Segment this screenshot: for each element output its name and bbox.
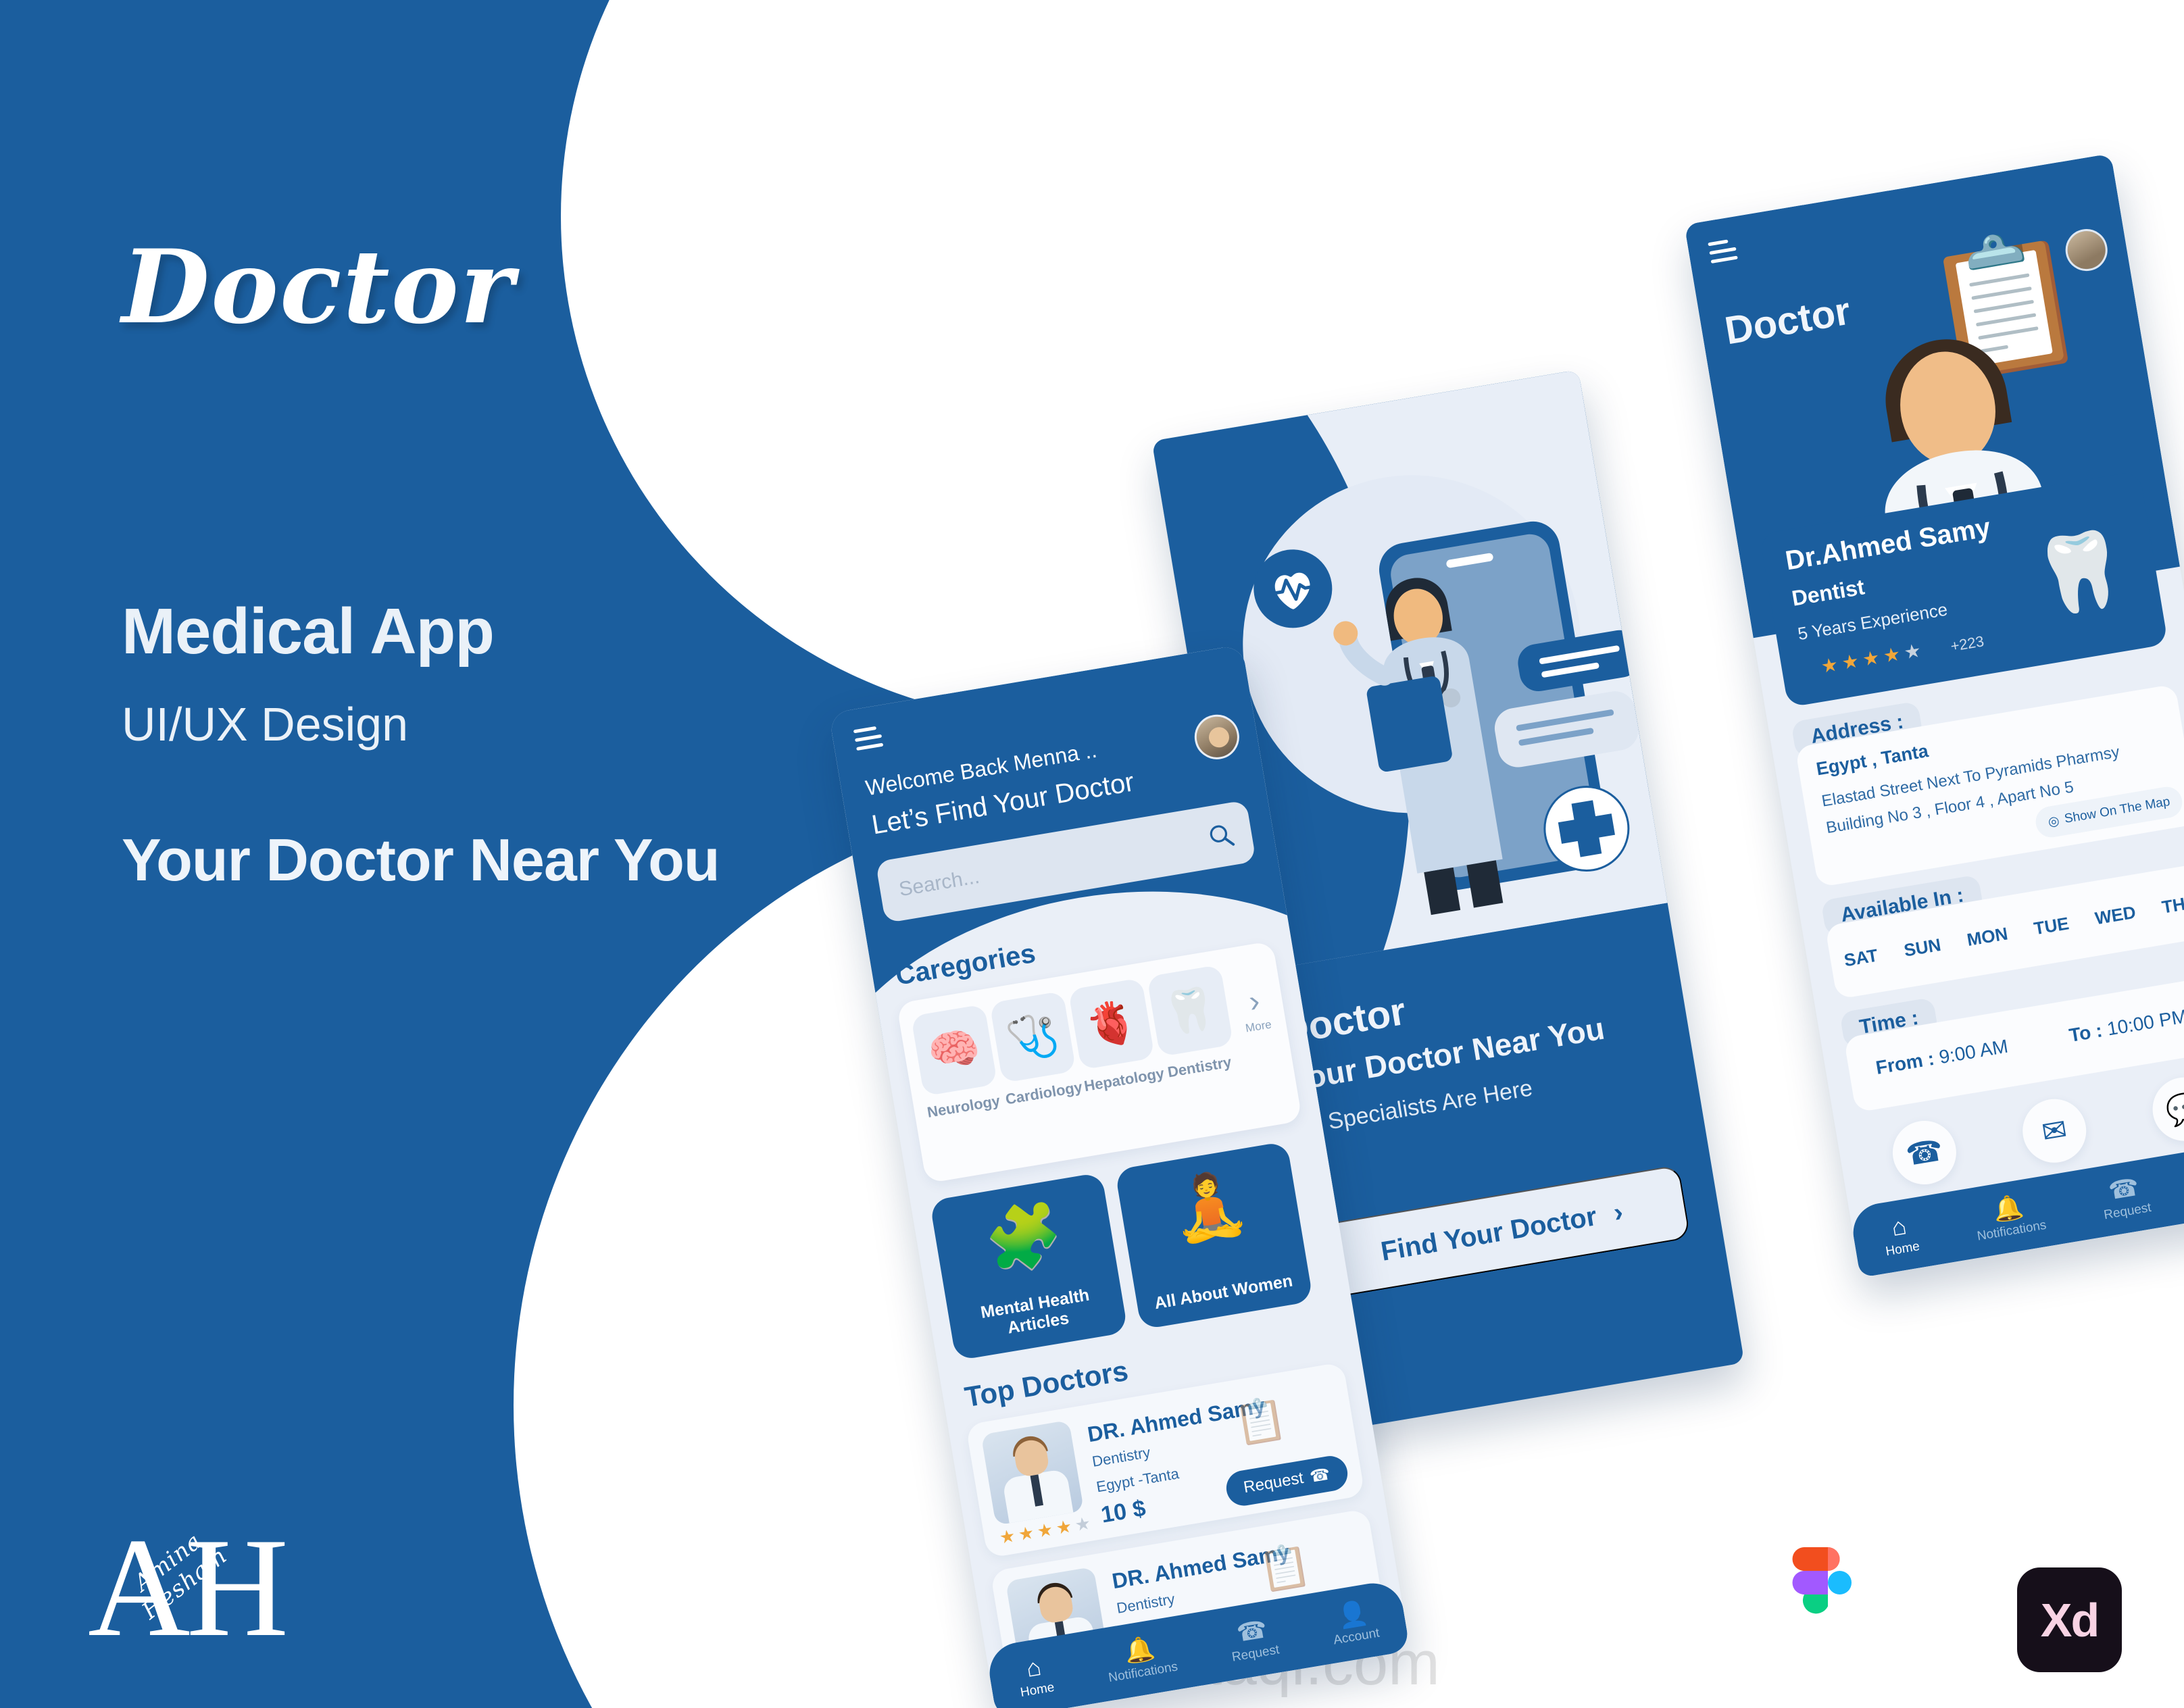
phone-icon: ☎ <box>1308 1464 1332 1486</box>
home-icon: ⌂ <box>1024 1652 1043 1682</box>
xd-label: Xd <box>2040 1593 2100 1647</box>
hamburger-icon[interactable] <box>1708 238 1739 269</box>
brain-icon: 🧠 <box>910 1004 998 1097</box>
promo-label: All About Women <box>1153 1271 1294 1313</box>
category-label: Neurology <box>926 1092 1001 1121</box>
nav-label: Home <box>1884 1239 1921 1259</box>
figma-logo <box>1792 1547 1852 1614</box>
page-title: Medical App <box>122 595 495 668</box>
puzzle-head-icon: 🧩 <box>980 1197 1068 1278</box>
find-your-doctor-label: Find Your Doctor <box>1379 1201 1599 1267</box>
day-chip-sun[interactable]: SUN <box>1902 934 1942 961</box>
app-logo-wordmark: Doctor <box>122 228 515 347</box>
doctor-role: Dentist <box>1789 574 1866 611</box>
doctor-price: 10 $ <box>1099 1495 1148 1528</box>
request-label: Request <box>1242 1468 1305 1497</box>
nav-item-account[interactable]: 👤 Account <box>1328 1598 1381 1648</box>
phone-icon: ☎ <box>1234 1615 1269 1647</box>
category-item-cardiology[interactable]: 🩺 Cardiology <box>989 990 1084 1109</box>
phone-icon: ☎ <box>2106 1172 2141 1205</box>
day-chip-wed[interactable]: WED <box>2093 901 2137 929</box>
from-value: 9:00 AM <box>1937 1035 2010 1068</box>
designer-signature: AH Amina Hesham <box>88 1509 289 1682</box>
nav-item-home[interactable]: ⌂ Home <box>1015 1653 1056 1701</box>
liver-icon: 🫀 <box>1068 978 1155 1070</box>
reviews-count: +223 <box>1949 632 1985 655</box>
stethoscope-icon: 🩺 <box>989 990 1076 1084</box>
category-item-neurology[interactable]: 🧠 Neurology <box>910 1004 1002 1122</box>
meditation-icon: 🧘 <box>1165 1166 1254 1247</box>
to-value: 10:00 PM <box>2105 1005 2184 1040</box>
chevron-right-icon: › <box>1611 1197 1625 1228</box>
search-placeholder: Search... <box>897 865 981 901</box>
category-label: Dentistry <box>1166 1053 1233 1081</box>
map-pin-icon: ◎ <box>2047 813 2061 830</box>
day-chip-sat[interactable]: SAT <box>1843 945 1880 971</box>
time-to: To : 10:00 PM <box>2068 1005 2184 1047</box>
day-chip-tue[interactable]: TUE <box>2032 913 2070 939</box>
find-your-doctor-button[interactable]: Find Your Doctor › <box>1313 1164 1691 1299</box>
time-from: From : 9:00 AM <box>1875 1036 2010 1079</box>
day-chip-mon[interactable]: MON <box>1965 923 2009 951</box>
search-icon[interactable] <box>1206 821 1236 851</box>
chevron-right-icon: › <box>1246 982 1262 1019</box>
phone-icon: ☎ <box>1887 1115 1962 1190</box>
promo-card-all-about-women[interactable]: 🧘 All About Women <box>1114 1140 1314 1330</box>
nav-item-notifications[interactable]: 🔔 Notifications <box>1103 1632 1179 1686</box>
category-item-hepatology[interactable]: 🫀 Hepatology <box>1068 978 1166 1095</box>
categories-more-button[interactable]: › More <box>1233 982 1279 1037</box>
tooth-icon: 🦷 <box>2028 524 2133 622</box>
page-subtitle: UI/UX Design <box>122 698 409 751</box>
from-label: From : <box>1874 1047 1936 1078</box>
hero-copy-block: Doctor Medical App UI/UX Design Your Doc… <box>122 236 730 895</box>
doctor-location: Egypt -Tanta <box>1095 1465 1181 1496</box>
adobe-xd-logo: Xd <box>2017 1567 2122 1672</box>
show-on-map-label: Show On The Map <box>2063 795 2171 826</box>
person-icon: 👤 <box>1335 1598 1370 1630</box>
doctor-specialty: Dentistry <box>1091 1443 1152 1470</box>
tooth-icon: 🦷 <box>1147 964 1234 1057</box>
nav-item-home[interactable]: ⌂ Home <box>1880 1211 1921 1259</box>
nav-item-request[interactable]: ☎ Request <box>2098 1172 2152 1223</box>
doctor-specialty: Dentistry <box>1115 1590 1176 1617</box>
address-city: Egypt , Tanta <box>1814 740 1930 780</box>
request-button[interactable]: Request ☎ <box>1223 1453 1351 1509</box>
nav-label: Home <box>1019 1680 1056 1701</box>
day-chip-thu[interactable]: THU <box>2160 891 2184 918</box>
page-tagline: Your Doctor Near You <box>122 826 720 893</box>
categories-more-label: More <box>1244 1018 1273 1035</box>
nav-item-notifications[interactable]: 🔔 Notifications <box>1971 1190 2048 1244</box>
to-label: To : <box>2067 1020 2104 1047</box>
chat-icon: 💬 <box>2148 1072 2184 1146</box>
rating-stars: ★★★★★ <box>1819 638 1927 678</box>
nav-item-request[interactable]: ☎ Request <box>1226 1615 1281 1665</box>
doctor-photo <box>981 1420 1085 1526</box>
hamburger-icon[interactable] <box>853 726 885 756</box>
monogram-text: AH <box>88 1509 289 1666</box>
envelope-icon: ✉ <box>2018 1094 2091 1167</box>
promo-card-mental-health[interactable]: 🧩 Mental Health Articles <box>929 1172 1128 1361</box>
available-days-panel: SAT SUN MON TUE WED THU <box>1825 862 2184 1000</box>
clipboard-icon: 📋 <box>1231 1394 1291 1449</box>
category-label: Cardiology <box>1004 1078 1084 1108</box>
promo-label: Mental Health Articles <box>979 1285 1091 1338</box>
clipboard-icon: 📋 <box>1255 1540 1315 1595</box>
category-label: Hepatology <box>1083 1064 1166 1095</box>
home-icon: ⌂ <box>1889 1211 1909 1242</box>
